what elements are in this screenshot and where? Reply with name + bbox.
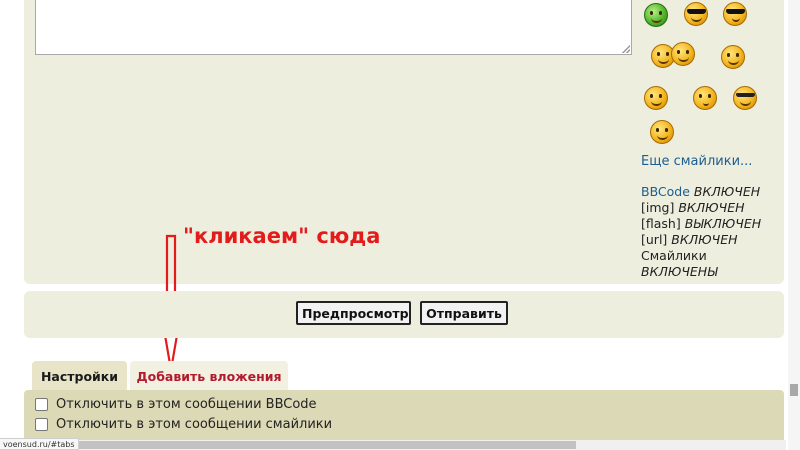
- flash-label: [flash]: [641, 216, 681, 231]
- smiley-exclamation-icon[interactable]: [721, 45, 745, 69]
- smiley-green-icon[interactable]: [644, 3, 668, 27]
- disable-smilies-checkbox[interactable]: [35, 418, 48, 431]
- disable-bbcode-checkbox[interactable]: [35, 398, 48, 411]
- submit-button[interactable]: Отправить: [420, 301, 508, 325]
- bbcode-status: BBCode ВКЛЮЧЕН [img] ВКЛЮЧЕН [flash] ВЫК…: [641, 184, 781, 280]
- flash-status-value: ВЫКЛЮЧЕН: [684, 216, 762, 231]
- img-status-value: ВКЛЮЧЕН: [678, 200, 745, 215]
- smiley-shy-icon[interactable]: [693, 86, 717, 110]
- smiley-cool-sunglasses-icon[interactable]: [684, 2, 708, 26]
- message-textarea[interactable]: [35, 0, 632, 55]
- status-bar-url: voensud.ru/#tabs: [0, 438, 79, 450]
- url-label: [url]: [641, 232, 668, 247]
- smiley-mafia-icon[interactable]: [723, 2, 747, 26]
- smiley-headphones-icon[interactable]: [733, 86, 757, 110]
- tab-add-attachments[interactable]: Добавить вложения: [130, 361, 288, 391]
- annotation-text: "кликаем" сюда: [183, 224, 381, 248]
- img-label: [img]: [641, 200, 675, 215]
- vertical-scrollbar[interactable]: [788, 0, 800, 450]
- resize-grip-icon[interactable]: [622, 45, 630, 53]
- smiley-drinks-friend-icon[interactable]: [671, 42, 695, 66]
- disable-bbcode-label: Отключить в этом сообщении BBCode: [56, 397, 317, 412]
- smilies-label: Смайлики: [641, 248, 707, 263]
- smiley-smug-icon[interactable]: [644, 86, 668, 110]
- disable-smilies-label: Отключить в этом сообщении смайлики: [56, 417, 333, 432]
- bbcode-status-value: ВКЛЮЧЕН: [693, 184, 761, 199]
- disable-smilies-option[interactable]: Отключить в этом сообщении смайлики: [35, 417, 332, 432]
- vertical-scrollbar-thumb[interactable]: [790, 384, 798, 396]
- horizontal-scrollbar[interactable]: [0, 440, 786, 450]
- preview-button[interactable]: Предпросмотр: [296, 301, 411, 325]
- disable-bbcode-option[interactable]: Отключить в этом сообщении BBCode: [35, 397, 317, 412]
- smiley-bows-icon[interactable]: [650, 120, 674, 144]
- more-smilies-link[interactable]: Еще смайлики...: [641, 154, 752, 169]
- smilies-status-value: ВКЛЮЧЕНЫ: [641, 264, 718, 279]
- horizontal-scrollbar-thumb[interactable]: [62, 441, 576, 449]
- url-status-value: ВКЛЮЧЕН: [671, 232, 738, 247]
- tab-settings[interactable]: Настройки: [32, 361, 127, 391]
- bbcode-link[interactable]: BBCode: [641, 184, 690, 199]
